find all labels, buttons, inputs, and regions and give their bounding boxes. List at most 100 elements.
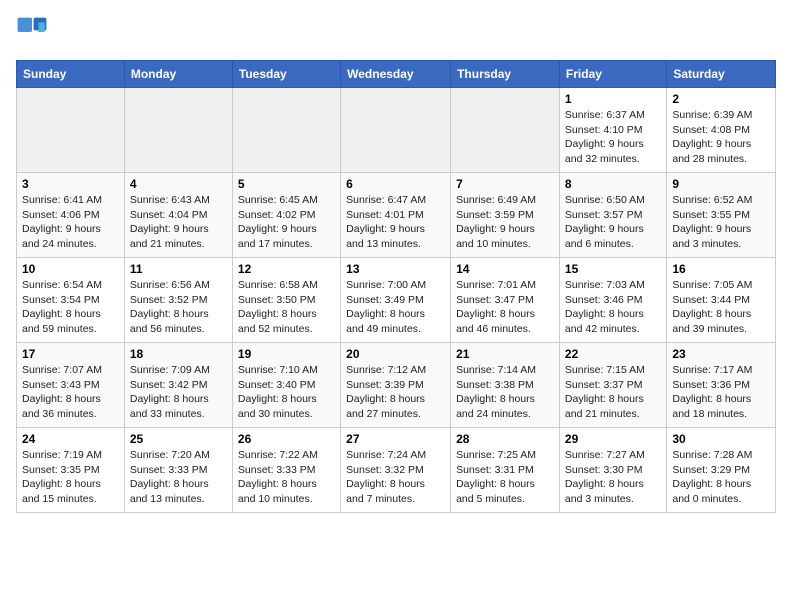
day-info: Sunrise: 7:09 AM Sunset: 3:42 PM Dayligh… <box>130 363 227 422</box>
day-number: 27 <box>346 432 445 446</box>
day-info: Sunrise: 6:45 AM Sunset: 4:02 PM Dayligh… <box>238 193 335 252</box>
day-info: Sunrise: 6:52 AM Sunset: 3:55 PM Dayligh… <box>672 193 770 252</box>
day-info: Sunrise: 6:50 AM Sunset: 3:57 PM Dayligh… <box>565 193 661 252</box>
calendar-cell: 10 Sunrise: 6:54 AM Sunset: 3:54 PM Dayli… <box>17 258 125 343</box>
day-info: Sunrise: 6:37 AM Sunset: 4:10 PM Dayligh… <box>565 108 661 167</box>
weekday-header-tuesday: Tuesday <box>232 61 340 88</box>
week-row-1: 1 Sunrise: 6:37 AM Sunset: 4:10 PM Daylig… <box>17 88 776 173</box>
calendar-cell <box>232 88 340 173</box>
day-number: 22 <box>565 347 661 361</box>
day-number: 4 <box>130 177 227 191</box>
day-info: Sunrise: 6:58 AM Sunset: 3:50 PM Dayligh… <box>238 278 335 337</box>
weekday-header-sunday: Sunday <box>17 61 125 88</box>
calendar-cell: 19 Sunrise: 7:10 AM Sunset: 3:40 PM Dayli… <box>232 343 340 428</box>
day-number: 5 <box>238 177 335 191</box>
calendar-cell: 12 Sunrise: 6:58 AM Sunset: 3:50 PM Dayli… <box>232 258 340 343</box>
header <box>16 16 776 48</box>
weekday-header-saturday: Saturday <box>667 61 776 88</box>
day-info: Sunrise: 7:15 AM Sunset: 3:37 PM Dayligh… <box>565 363 661 422</box>
day-info: Sunrise: 7:03 AM Sunset: 3:46 PM Dayligh… <box>565 278 661 337</box>
calendar-cell: 28 Sunrise: 7:25 AM Sunset: 3:31 PM Dayli… <box>451 428 560 513</box>
day-info: Sunrise: 6:54 AM Sunset: 3:54 PM Dayligh… <box>22 278 119 337</box>
day-info: Sunrise: 7:28 AM Sunset: 3:29 PM Dayligh… <box>672 448 770 507</box>
day-number: 15 <box>565 262 661 276</box>
calendar-cell: 18Sunrise: 7:09 AM Sunset: 3:42 PM Dayli… <box>124 343 232 428</box>
calendar-cell: 3 Sunrise: 6:41 AM Sunset: 4:06 PM Daylig… <box>17 173 125 258</box>
calendar-cell: 15 Sunrise: 7:03 AM Sunset: 3:46 PM Dayli… <box>559 258 666 343</box>
day-number: 30 <box>672 432 770 446</box>
weekday-header-thursday: Thursday <box>451 61 560 88</box>
week-row-4: 17 Sunrise: 7:07 AM Sunset: 3:43 PM Dayli… <box>17 343 776 428</box>
day-number: 21 <box>456 347 554 361</box>
week-row-5: 24 Sunrise: 7:19 AM Sunset: 3:35 PM Dayli… <box>17 428 776 513</box>
calendar-cell <box>17 88 125 173</box>
calendar-cell <box>451 88 560 173</box>
day-info: Sunrise: 6:39 AM Sunset: 4:08 PM Dayligh… <box>672 108 770 167</box>
calendar-cell: 24 Sunrise: 7:19 AM Sunset: 3:35 PM Dayli… <box>17 428 125 513</box>
day-info: Sunrise: 7:27 AM Sunset: 3:30 PM Dayligh… <box>565 448 661 507</box>
weekday-header-monday: Monday <box>124 61 232 88</box>
day-number: 20 <box>346 347 445 361</box>
day-number: 23 <box>672 347 770 361</box>
day-number: 13 <box>346 262 445 276</box>
calendar-cell: 25 Sunrise: 7:20 AM Sunset: 3:33 PM Dayli… <box>124 428 232 513</box>
calendar-cell: 23Sunrise: 7:17 AM Sunset: 3:36 PM Dayli… <box>667 343 776 428</box>
day-number: 17 <box>22 347 119 361</box>
calendar-cell: 17 Sunrise: 7:07 AM Sunset: 3:43 PM Dayli… <box>17 343 125 428</box>
day-number: 28 <box>456 432 554 446</box>
day-number: 26 <box>238 432 335 446</box>
calendar-cell <box>124 88 232 173</box>
day-info: Sunrise: 7:00 AM Sunset: 3:49 PM Dayligh… <box>346 278 445 337</box>
day-info: Sunrise: 7:22 AM Sunset: 3:33 PM Dayligh… <box>238 448 335 507</box>
day-info: Sunrise: 6:43 AM Sunset: 4:04 PM Dayligh… <box>130 193 227 252</box>
day-number: 6 <box>346 177 445 191</box>
day-info: Sunrise: 7:20 AM Sunset: 3:33 PM Dayligh… <box>130 448 227 507</box>
day-info: Sunrise: 7:24 AM Sunset: 3:32 PM Dayligh… <box>346 448 445 507</box>
day-info: Sunrise: 6:41 AM Sunset: 4:06 PM Dayligh… <box>22 193 119 252</box>
day-info: Sunrise: 6:49 AM Sunset: 3:59 PM Dayligh… <box>456 193 554 252</box>
calendar: SundayMondayTuesdayWednesdayThursdayFrid… <box>16 60 776 513</box>
weekday-header-row: SundayMondayTuesdayWednesdayThursdayFrid… <box>17 61 776 88</box>
calendar-cell: 5 Sunrise: 6:45 AM Sunset: 4:02 PM Daylig… <box>232 173 340 258</box>
day-info: Sunrise: 7:10 AM Sunset: 3:40 PM Dayligh… <box>238 363 335 422</box>
calendar-cell: 20 Sunrise: 7:12 AM Sunset: 3:39 PM Dayli… <box>341 343 451 428</box>
week-row-3: 10 Sunrise: 6:54 AM Sunset: 3:54 PM Dayli… <box>17 258 776 343</box>
day-number: 10 <box>22 262 119 276</box>
calendar-cell: 27 Sunrise: 7:24 AM Sunset: 3:32 PM Dayli… <box>341 428 451 513</box>
day-number: 14 <box>456 262 554 276</box>
day-info: Sunrise: 7:07 AM Sunset: 3:43 PM Dayligh… <box>22 363 119 422</box>
day-info: Sunrise: 7:25 AM Sunset: 3:31 PM Dayligh… <box>456 448 554 507</box>
day-number: 2 <box>672 92 770 106</box>
day-number: 12 <box>238 262 335 276</box>
day-number: 29 <box>565 432 661 446</box>
calendar-cell: 4 Sunrise: 6:43 AM Sunset: 4:04 PM Daylig… <box>124 173 232 258</box>
calendar-cell: 26 Sunrise: 7:22 AM Sunset: 3:33 PM Dayli… <box>232 428 340 513</box>
day-number: 8 <box>565 177 661 191</box>
day-info: Sunrise: 6:47 AM Sunset: 4:01 PM Dayligh… <box>346 193 445 252</box>
week-row-2: 3 Sunrise: 6:41 AM Sunset: 4:06 PM Daylig… <box>17 173 776 258</box>
day-info: Sunrise: 7:14 AM Sunset: 3:38 PM Dayligh… <box>456 363 554 422</box>
day-number: 19 <box>238 347 335 361</box>
calendar-cell: 30 Sunrise: 7:28 AM Sunset: 3:29 PM Dayli… <box>667 428 776 513</box>
day-number: 24 <box>22 432 119 446</box>
calendar-cell: 22 Sunrise: 7:15 AM Sunset: 3:37 PM Dayli… <box>559 343 666 428</box>
day-info: Sunrise: 7:12 AM Sunset: 3:39 PM Dayligh… <box>346 363 445 422</box>
calendar-cell: 16Sunrise: 7:05 AM Sunset: 3:44 PM Dayli… <box>667 258 776 343</box>
calendar-cell: 13 Sunrise: 7:00 AM Sunset: 3:49 PM Dayli… <box>341 258 451 343</box>
day-info: Sunrise: 7:19 AM Sunset: 3:35 PM Dayligh… <box>22 448 119 507</box>
day-number: 25 <box>130 432 227 446</box>
day-number: 16 <box>672 262 770 276</box>
logo-icon <box>16 16 48 48</box>
calendar-cell: 11 Sunrise: 6:56 AM Sunset: 3:52 PM Dayli… <box>124 258 232 343</box>
day-number: 3 <box>22 177 119 191</box>
calendar-cell: 6 Sunrise: 6:47 AM Sunset: 4:01 PM Daylig… <box>341 173 451 258</box>
calendar-cell: 21 Sunrise: 7:14 AM Sunset: 3:38 PM Dayli… <box>451 343 560 428</box>
day-info: Sunrise: 6:56 AM Sunset: 3:52 PM Dayligh… <box>130 278 227 337</box>
weekday-header-wednesday: Wednesday <box>341 61 451 88</box>
day-number: 11 <box>130 262 227 276</box>
calendar-cell: 14Sunrise: 7:01 AM Sunset: 3:47 PM Dayli… <box>451 258 560 343</box>
day-number: 1 <box>565 92 661 106</box>
calendar-cell: 29 Sunrise: 7:27 AM Sunset: 3:30 PM Dayli… <box>559 428 666 513</box>
weekday-header-friday: Friday <box>559 61 666 88</box>
calendar-cell: 9Sunrise: 6:52 AM Sunset: 3:55 PM Daylig… <box>667 173 776 258</box>
